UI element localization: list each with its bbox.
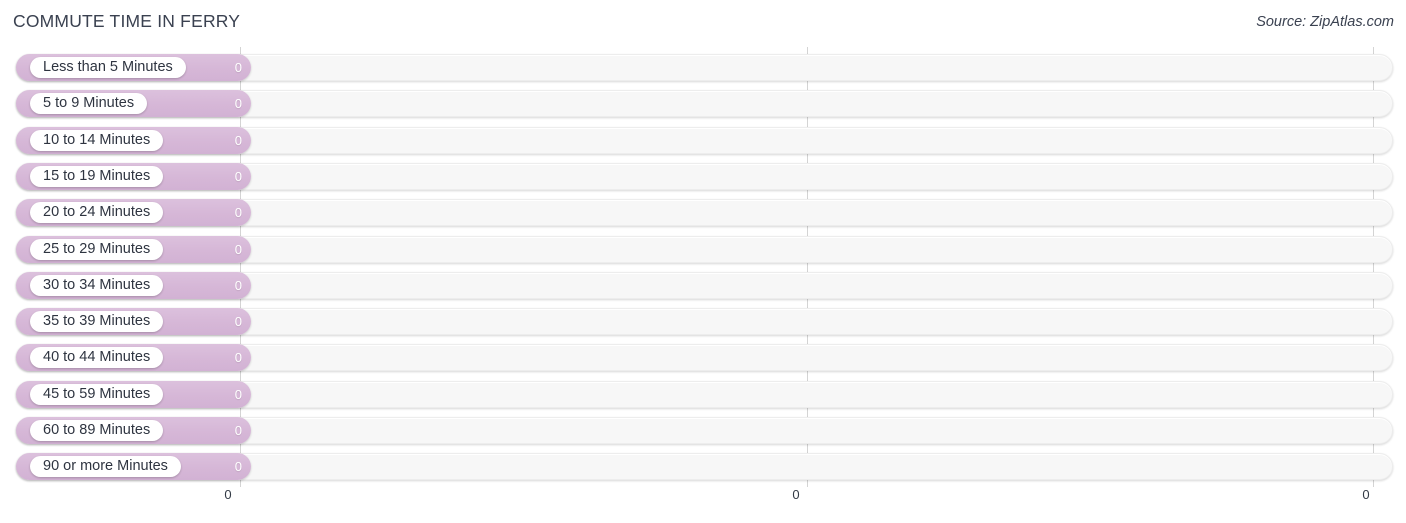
bar-category-label: 10 to 14 Minutes <box>30 129 164 151</box>
bar-value-label: 0 <box>234 277 242 293</box>
axis-tick-label: 0 <box>224 487 232 502</box>
x-axis-tick-labels: 0 0 0 <box>0 487 1406 511</box>
bar-row[interactable]: 0 90 or more Minutes <box>16 453 1393 481</box>
bar-category-label: Less than 5 Minutes <box>30 57 186 78</box>
bar-value-label: 0 <box>234 96 242 112</box>
bar-value-label: 0 <box>234 60 242 75</box>
bar-value-label: 0 <box>234 241 242 257</box>
bar-value-label: 0 <box>234 459 242 475</box>
bar-row[interactable]: 0 25 to 29 Minutes <box>16 235 1393 263</box>
bar-row[interactable]: 0 10 to 14 Minutes <box>16 126 1393 154</box>
bar-category-label: 25 to 29 Minutes <box>30 238 164 260</box>
bar-category-label: 90 or more Minutes <box>30 456 181 478</box>
bar-row[interactable]: 0 20 to 24 Minutes <box>16 199 1393 227</box>
bar-category-label: 15 to 19 Minutes <box>30 165 164 187</box>
bar-row[interactable]: 0 30 to 34 Minutes <box>16 271 1393 299</box>
bar-category-label: 30 to 34 Minutes <box>30 274 164 296</box>
bar-value-label: 0 <box>234 386 242 402</box>
page-title: COMMUTE TIME IN FERRY <box>13 11 241 31</box>
bar-row[interactable]: 0 60 to 89 Minutes <box>16 417 1393 444</box>
bar-value-label: 0 <box>234 314 242 330</box>
bar-category-label: 40 to 44 Minutes <box>30 347 164 369</box>
bar-row[interactable]: 0 15 to 19 Minutes <box>16 162 1393 190</box>
bar-value-label: 0 <box>234 423 242 438</box>
bar-category-label: 5 to 9 Minutes <box>30 93 148 115</box>
bar-value-label: 0 <box>234 205 242 221</box>
bar-category-label: 60 to 89 Minutes <box>30 420 164 441</box>
chart-container: COMMUTE TIME IN FERRY Source: ZipAtlas.c… <box>0 0 1406 523</box>
bar-category-label: 45 to 59 Minutes <box>30 383 164 405</box>
bar-row[interactable]: 0 Less than 5 Minutes <box>16 54 1393 81</box>
bar-row[interactable]: 0 40 to 44 Minutes <box>16 344 1393 372</box>
source-attribution: Source: ZipAtlas.com <box>1256 14 1394 30</box>
bar-row[interactable]: 0 35 to 39 Minutes <box>16 308 1393 336</box>
plot-area: 0 Less than 5 Minutes 0 5 to 9 Minutes 0 10 t… <box>0 47 1406 487</box>
bar-category-label: 35 to 39 Minutes <box>30 311 164 333</box>
bar-row[interactable]: 0 5 to 9 Minutes <box>16 90 1393 118</box>
axis-tick-label: 0 <box>792 487 800 502</box>
bar-row[interactable]: 0 45 to 59 Minutes <box>16 380 1393 408</box>
bar-category-label: 20 to 24 Minutes <box>30 202 164 224</box>
bar-value-label: 0 <box>234 350 242 366</box>
bar-value-label: 0 <box>234 132 242 148</box>
bar-value-label: 0 <box>234 168 242 184</box>
axis-tick-label: 0 <box>1362 487 1370 502</box>
